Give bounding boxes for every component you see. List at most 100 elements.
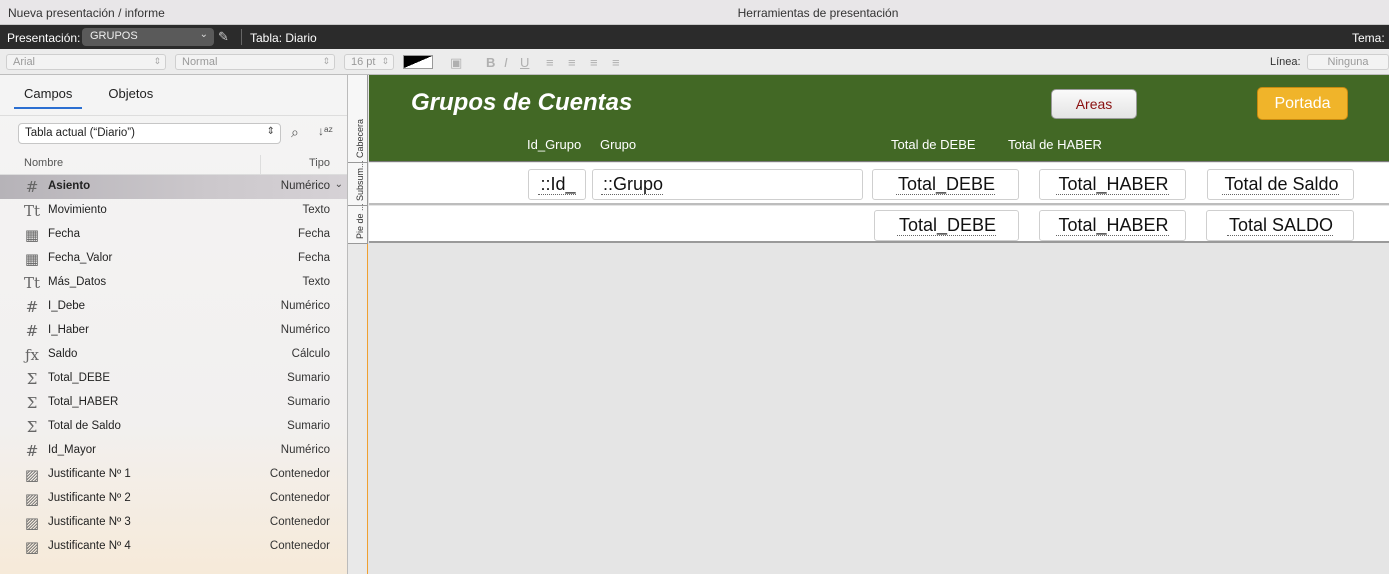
field-type: Cálculo [291,348,330,360]
container-icon: ▨ [24,538,40,556]
table-select[interactable]: Tabla actual (“Diario”) ⇕ [18,123,281,144]
field-type: Sumario [287,420,330,432]
label-total-debe[interactable]: Total de DEBE [891,137,976,152]
pencil-icon[interactable]: ✎ [218,29,229,45]
align-left-icon[interactable]: ≡ [546,55,554,70]
field-row[interactable]: Σ Total_HABER Sumario [0,391,347,415]
italic-icon[interactable]: I [504,55,508,70]
layout-title[interactable]: Grupos de Cuentas [411,89,632,117]
field-row[interactable]: Tt Movimiento Texto [0,199,347,223]
field-row[interactable]: ▨ Justificante Nº 2 Contenedor [0,487,347,511]
field-id[interactable]: ::Id_ [528,169,586,200]
format-toolbar: Arial ⇕ Normal ⇕ 16 pt ⇕ ▣ B I U ≡ ≡ ≡ ≡ Lí… [0,49,1389,75]
part-labels: Cabecera Subsum... Pie de ... [348,75,368,574]
areas-button[interactable]: Areas [1051,89,1137,119]
field-total-debe[interactable]: Total_DEBE [872,169,1019,200]
font-select[interactable]: Arial ⇕ [6,54,166,70]
align-justify-icon[interactable]: ≡ [612,55,620,70]
footer-part: Total_DEBE Total_HABER Total SALDO [369,206,1389,243]
number-icon: # [25,298,39,316]
field-name: Justificante Nº 4 [48,540,131,552]
window-title: Nueva presentación / informe [8,6,165,20]
part-cabecera[interactable]: Cabecera [348,75,368,163]
divider [241,29,242,45]
text-icon: Tt [23,202,41,220]
field-row[interactable]: # I_Haber Numérico [0,319,347,343]
column-nombre[interactable]: Nombre [24,157,63,169]
field-row[interactable]: # Asiento Numérico ⌄ [0,175,347,199]
underline-icon[interactable]: U [520,55,529,70]
field-row[interactable]: ▨ Justificante Nº 3 Contenedor [0,511,347,535]
header-part: Grupos de Cuentas Areas Portada Id_Grupo… [369,75,1389,162]
summary-icon: Σ [26,418,38,436]
field-row[interactable]: ▦ Fecha Fecha [0,223,347,247]
line-value: Ninguna [1327,56,1369,68]
field-type: Contenedor [269,516,330,528]
font-value: Arial [13,56,36,68]
layout-select[interactable]: GRUPOS ⌄ [82,28,214,46]
calendar-icon: ▦ [24,226,40,244]
field-row[interactable]: ƒx Saldo Cálculo [0,343,347,367]
part-subsumario-label: Subsum... [355,160,365,201]
field-row[interactable]: Σ Total de Saldo Sumario [0,415,347,439]
footer-total-haber[interactable]: Total_HABER [1039,210,1186,241]
summary-icon: Σ [26,394,38,412]
field-grupo[interactable]: ::Grupo [592,169,863,200]
number-icon: # [25,442,39,460]
footer-total-debe[interactable]: Total_DEBE [874,210,1019,241]
field-row[interactable]: Σ Total_DEBE Sumario [0,367,347,391]
field-row[interactable]: ▨ Justificante Nº 1 Contenedor [0,463,347,487]
field-row[interactable]: ▦ Fecha_Valor Fecha [0,247,347,271]
footer-total-debe-text: Total_DEBE [896,215,997,236]
field-row[interactable]: ▨ Justificante Nº 4 Contenedor [0,535,347,559]
field-total-haber-text: Total_HABER [1056,174,1169,195]
summary-icon: Σ [26,370,38,388]
field-type: Numérico [280,444,330,456]
chevron-down-icon[interactable]: ⌄ [335,179,343,190]
size-select[interactable]: 16 pt ⇕ [344,54,394,70]
label-id-grupo[interactable]: Id_Grupo [527,137,581,152]
style-select[interactable]: Normal ⇕ [175,54,335,70]
window-titlebar: Nueva presentación / informe Herramienta… [0,0,1389,25]
portada-button[interactable]: Portada [1257,87,1348,120]
tab-objetos[interactable]: Objetos [98,86,163,109]
field-name: Movimiento [48,204,107,216]
bold-icon[interactable]: B [486,55,495,70]
label-total-haber[interactable]: Total de HABER [1008,137,1102,152]
field-name: I_Haber [48,324,89,336]
field-type: Texto [302,276,331,288]
table-label: Tabla: Diario [250,31,317,45]
container-icon: ▨ [24,490,40,508]
text-box-icon[interactable]: ▣ [450,55,462,71]
sort-icon[interactable]: ↓ᵃᶻ [318,124,333,138]
field-name: Justificante Nº 3 [48,516,131,528]
field-row[interactable]: # Id_Mayor Numérico [0,439,347,463]
footer-total-saldo[interactable]: Total SALDO [1206,210,1354,241]
part-pie[interactable]: Pie de ... [348,203,368,244]
search-icon[interactable]: ⌕ [291,124,299,141]
container-icon: ▨ [24,466,40,484]
tab-campos[interactable]: Campos [14,86,83,109]
table-select-value: Tabla actual (“Diario”) [25,127,135,139]
align-right-icon[interactable]: ≡ [590,55,598,70]
column-tipo[interactable]: Tipo [309,157,330,169]
field-row[interactable]: Tt Más_Datos Texto [0,271,347,295]
label-grupo[interactable]: Grupo [600,137,636,152]
part-subsumario[interactable]: Subsum... [348,160,368,206]
theme-label: Tema: I [1352,31,1389,45]
number-icon: # [25,178,39,196]
part-cabecera-label: Cabecera [355,118,365,158]
color-swatch[interactable] [403,55,433,69]
field-name: Fecha [48,228,80,240]
line-select[interactable]: Ninguna [1307,54,1389,70]
subsummary-part: ::Id_ ::Grupo Total_DEBE Total_HABER Tot… [369,163,1389,205]
field-type: Contenedor [269,468,330,480]
align-center-icon[interactable]: ≡ [568,55,576,70]
line-label: Línea: [1270,56,1301,68]
field-name: Asiento [48,180,91,192]
field-name: Más_Datos [48,276,107,288]
field-type: Texto [302,204,331,216]
field-total-haber[interactable]: Total_HABER [1039,169,1186,200]
field-row[interactable]: # I_Debe Numérico [0,295,347,319]
field-total-saldo[interactable]: Total de Saldo [1207,169,1354,200]
